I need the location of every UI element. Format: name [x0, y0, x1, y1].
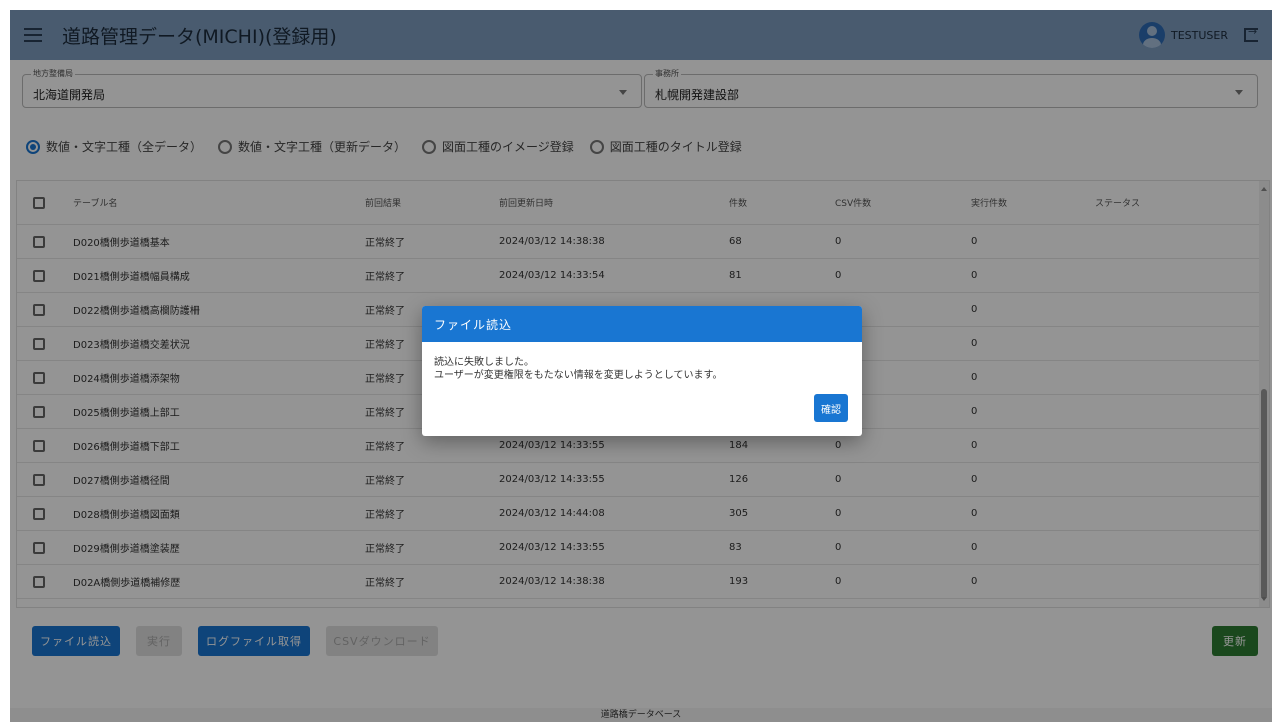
- dialog-message-line1: 読込に失敗しました。: [434, 357, 534, 368]
- dialog-confirm-button[interactable]: 確認: [814, 394, 848, 422]
- dialog-message-line2: ユーザーが変更権限をもたない情報を変更しようとしています。: [434, 370, 723, 381]
- dialog-title: ファイル読込: [422, 306, 862, 342]
- file-load-dialog: ファイル読込 読込に失敗しました。 ユーザーが変更権限をもたない情報を変更しよう…: [422, 306, 862, 436]
- dialog-message: 読込に失敗しました。 ユーザーが変更権限をもたない情報を変更しようとしています。: [422, 342, 862, 382]
